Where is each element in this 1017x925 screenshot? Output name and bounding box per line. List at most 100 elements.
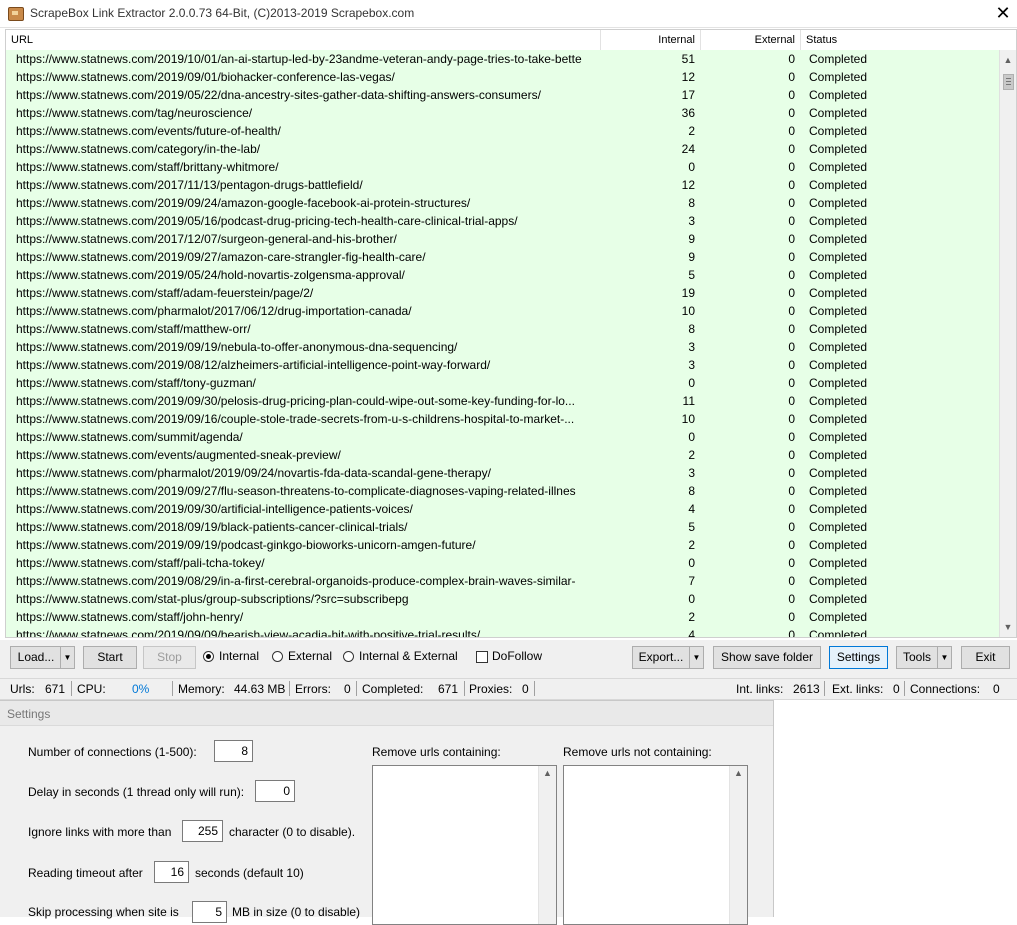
show-save-folder-button[interactable]: Show save folder — [713, 646, 821, 669]
table-row[interactable]: https://www.statnews.com/pharmalot/2017/… — [6, 302, 1001, 320]
start-button[interactable]: Start — [83, 646, 137, 669]
table-row[interactable]: https://www.statnews.com/2019/05/16/podc… — [6, 212, 1001, 230]
table-row[interactable]: https://www.statnews.com/2019/09/09/bear… — [6, 626, 1001, 638]
table-row[interactable]: https://www.statnews.com/2019/09/19/nebu… — [6, 338, 1001, 356]
skip-size-input[interactable]: 5 — [192, 901, 227, 923]
url-cell: https://www.statnews.com/events/augmente… — [16, 448, 341, 462]
internal-cell: 0 — [688, 592, 695, 606]
table-row[interactable]: https://www.statnews.com/stat-plus/group… — [6, 590, 1001, 608]
load-dropdown-icon[interactable]: ▼ — [60, 646, 75, 669]
errors-value: 0 — [344, 682, 351, 696]
table-row[interactable]: https://www.statnews.com/pharmalot/2019/… — [6, 464, 1001, 482]
table-row[interactable]: https://www.statnews.com/2019/09/24/amaz… — [6, 194, 1001, 212]
mode-both-label[interactable]: Internal & External — [359, 649, 458, 663]
scroll-up-icon[interactable]: ▲ — [539, 768, 556, 778]
status-cell: Completed — [809, 124, 868, 138]
timeout-input[interactable]: 16 — [154, 861, 189, 883]
url-cell: https://www.statnews.com/2019/09/30/pelo… — [16, 394, 575, 408]
exit-button[interactable]: Exit — [961, 646, 1010, 669]
mode-external-radio[interactable] — [272, 651, 283, 662]
export-button[interactable]: Export... — [632, 646, 690, 669]
table-row[interactable]: https://www.statnews.com/2019/09/19/podc… — [6, 536, 1001, 554]
table-row[interactable]: https://www.statnews.com/2019/08/29/in-a… — [6, 572, 1001, 590]
column-header-url[interactable]: URL — [6, 30, 601, 50]
table-row[interactable]: https://www.statnews.com/staff/matthew-o… — [6, 320, 1001, 338]
table-row[interactable]: https://www.statnews.com/2019/05/22/dna-… — [6, 86, 1001, 104]
tools-dropdown-icon[interactable]: ▼ — [937, 646, 952, 669]
table-row[interactable]: https://www.statnews.com/2017/12/07/surg… — [6, 230, 1001, 248]
table-row[interactable]: https://www.statnews.com/2017/11/13/pent… — [6, 176, 1001, 194]
remove-containing-scrollbar[interactable]: ▲ — [538, 766, 556, 924]
status-cell: Completed — [809, 502, 868, 516]
scroll-up-icon[interactable]: ▲ — [730, 768, 747, 778]
remove-containing-listbox[interactable]: ▲ — [372, 765, 557, 925]
settings-button[interactable]: Settings — [829, 646, 888, 669]
url-cell: https://www.statnews.com/2019/05/24/hold… — [16, 268, 405, 282]
table-row[interactable]: https://www.statnews.com/events/augmente… — [6, 446, 1001, 464]
grid-header: URL Internal External Status — [6, 30, 1001, 51]
table-row[interactable]: https://www.statnews.com/2019/09/01/bioh… — [6, 68, 1001, 86]
url-cell: https://www.statnews.com/pharmalot/2017/… — [16, 304, 412, 318]
load-button[interactable]: Load... — [10, 646, 62, 669]
settings-panel: Settings Number of connections (1-500): … — [0, 700, 774, 925]
ignore-links-input[interactable]: 255 — [182, 820, 223, 842]
internal-cell: 12 — [681, 70, 695, 84]
vertical-scrollbar[interactable]: ▲ ▼ — [999, 50, 1016, 637]
table-row[interactable]: https://www.statnews.com/2019/09/16/coup… — [6, 410, 1001, 428]
delay-input[interactable]: 0 — [255, 780, 295, 802]
scroll-up-icon[interactable]: ▲ — [1000, 52, 1016, 68]
table-row[interactable]: https://www.statnews.com/2019/09/30/pelo… — [6, 392, 1001, 410]
connections-input[interactable]: 8 — [214, 740, 253, 762]
stop-button[interactable]: Stop — [143, 646, 196, 669]
close-button[interactable]: ✕ — [989, 0, 1017, 27]
export-dropdown-icon[interactable]: ▼ — [689, 646, 704, 669]
table-row[interactable]: https://www.statnews.com/2019/09/27/flu-… — [6, 482, 1001, 500]
external-cell: 0 — [788, 520, 795, 534]
ext-links-value: 0 — [893, 682, 900, 696]
dofollow-label[interactable]: DoFollow — [492, 649, 542, 663]
scroll-thumb[interactable] — [1003, 74, 1014, 90]
internal-cell: 8 — [688, 322, 695, 336]
remove-not-containing-listbox[interactable]: ▲ — [563, 765, 748, 925]
mode-external-label[interactable]: External — [288, 649, 332, 663]
url-cell: https://www.statnews.com/events/future-o… — [16, 124, 281, 138]
table-row[interactable]: https://www.statnews.com/staff/john-henr… — [6, 608, 1001, 626]
mode-internal-radio[interactable] — [203, 651, 214, 662]
table-row[interactable]: https://www.statnews.com/staff/brittany-… — [6, 158, 1001, 176]
dofollow-checkbox[interactable] — [476, 651, 488, 663]
scroll-down-icon[interactable]: ▼ — [1000, 619, 1016, 635]
window-title: ScrapeBox Link Extractor 2.0.0.73 64-Bit… — [30, 6, 415, 20]
table-row[interactable]: https://www.statnews.com/2019/08/12/alzh… — [6, 356, 1001, 374]
status-cell: Completed — [809, 106, 868, 120]
url-cell: https://www.statnews.com/2018/09/19/blac… — [16, 520, 408, 534]
ignore-links-label: Ignore links with more than — [28, 825, 172, 839]
results-grid[interactable]: URL Internal External Status https://www… — [5, 29, 1017, 638]
table-row[interactable]: https://www.statnews.com/staff/adam-feue… — [6, 284, 1001, 302]
url-cell: https://www.statnews.com/2019/09/24/amaz… — [16, 196, 471, 210]
status-cell: Completed — [809, 628, 868, 638]
mode-both-radio[interactable] — [343, 651, 354, 662]
status-cell: Completed — [809, 160, 868, 174]
table-row[interactable]: https://www.statnews.com/staff/pali-tcha… — [6, 554, 1001, 572]
external-cell: 0 — [788, 160, 795, 174]
table-row[interactable]: https://www.statnews.com/tag/neuroscienc… — [6, 104, 1001, 122]
int-links-value: 2613 — [793, 682, 820, 696]
remove-not-containing-scrollbar[interactable]: ▲ — [729, 766, 747, 924]
table-row[interactable]: https://www.statnews.com/summit/agenda/0… — [6, 428, 1001, 446]
column-header-status[interactable]: Status — [801, 30, 1001, 50]
table-row[interactable]: https://www.statnews.com/category/in-the… — [6, 140, 1001, 158]
mode-internal-label[interactable]: Internal — [219, 649, 259, 663]
column-header-internal[interactable]: Internal — [601, 30, 701, 50]
url-cell: https://www.statnews.com/2017/11/13/pent… — [16, 178, 363, 192]
table-row[interactable]: https://www.statnews.com/2019/09/27/amaz… — [6, 248, 1001, 266]
table-row[interactable]: https://www.statnews.com/staff/tony-guzm… — [6, 374, 1001, 392]
external-cell: 0 — [788, 430, 795, 444]
status-cell: Completed — [809, 142, 868, 156]
column-header-external[interactable]: External — [701, 30, 801, 50]
tools-button[interactable]: Tools — [896, 646, 938, 669]
table-row[interactable]: https://www.statnews.com/2019/05/24/hold… — [6, 266, 1001, 284]
table-row[interactable]: https://www.statnews.com/2018/09/19/blac… — [6, 518, 1001, 536]
table-row[interactable]: https://www.statnews.com/2019/10/01/an-a… — [6, 50, 1001, 68]
table-row[interactable]: https://www.statnews.com/2019/09/30/arti… — [6, 500, 1001, 518]
table-row[interactable]: https://www.statnews.com/events/future-o… — [6, 122, 1001, 140]
